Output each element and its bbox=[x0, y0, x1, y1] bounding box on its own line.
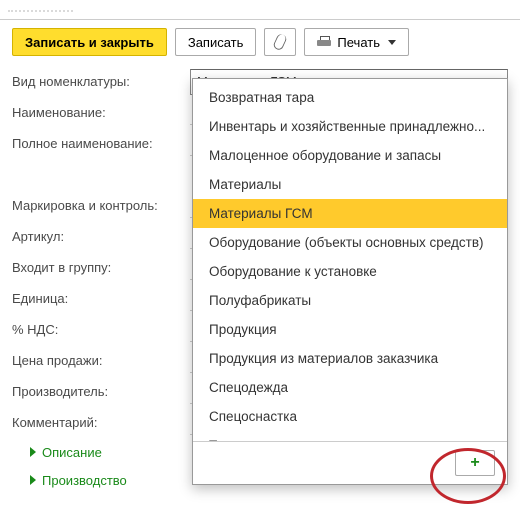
type-dropdown-footer: + bbox=[193, 441, 507, 484]
type-option[interactable]: Материалы ГСМ bbox=[193, 199, 507, 228]
type-option[interactable]: Оборудование (объекты основных средств) bbox=[193, 228, 507, 257]
type-option[interactable]: Малоценное оборудование и запасы bbox=[193, 141, 507, 170]
name-label: Наименование: bbox=[12, 105, 182, 120]
tab-placeholder[interactable] bbox=[8, 0, 73, 12]
type-option[interactable]: Полуфабрикаты bbox=[193, 286, 507, 315]
type-option[interactable]: Материалы bbox=[193, 170, 507, 199]
maker-label: Производитель: bbox=[12, 384, 182, 399]
price-label: Цена продажи: bbox=[12, 353, 182, 368]
production-section-label: Производство bbox=[42, 473, 127, 488]
window-tabs bbox=[0, 0, 520, 20]
type-dropdown: Возвратная тараИнвентарь и хозяйственные… bbox=[192, 78, 508, 485]
type-option[interactable]: Спецодежда bbox=[193, 373, 507, 402]
fullname-label: Полное наименование: bbox=[12, 136, 182, 151]
unit-label: Единица: bbox=[12, 291, 182, 306]
vat-label: % НДС: bbox=[12, 322, 182, 337]
print-button-label: Печать bbox=[337, 35, 380, 50]
description-section-label: Описание bbox=[42, 445, 102, 460]
type-option[interactable]: Оборудование к установке bbox=[193, 257, 507, 286]
article-label: Артикул: bbox=[12, 229, 182, 244]
type-option[interactable]: Товары bbox=[193, 431, 507, 441]
type-option[interactable]: Спецоснастка bbox=[193, 402, 507, 431]
print-button[interactable]: Печать bbox=[304, 28, 409, 56]
paperclip-icon bbox=[272, 33, 288, 52]
type-option[interactable]: Инвентарь и хозяйственные принадлежно... bbox=[193, 112, 507, 141]
group-label: Входит в группу: bbox=[12, 260, 182, 275]
attach-button[interactable] bbox=[264, 28, 296, 56]
type-dropdown-list[interactable]: Возвратная тараИнвентарь и хозяйственные… bbox=[193, 79, 507, 441]
add-type-button[interactable]: + bbox=[455, 450, 495, 476]
comment-label: Комментарий: bbox=[12, 415, 182, 430]
type-label: Вид номенклатуры: bbox=[12, 74, 182, 89]
marking-label: Маркировка и контроль: bbox=[12, 198, 182, 213]
printer-icon bbox=[317, 36, 331, 49]
save-close-button[interactable]: Записать и закрыть bbox=[12, 28, 167, 56]
type-option[interactable]: Возвратная тара bbox=[193, 83, 507, 112]
type-option[interactable]: Продукция bbox=[193, 315, 507, 344]
chevron-down-icon bbox=[388, 40, 396, 45]
save-button[interactable]: Записать bbox=[175, 28, 257, 56]
type-option[interactable]: Продукция из материалов заказчика bbox=[193, 344, 507, 373]
toolbar: Записать и закрыть Записать Печать bbox=[0, 26, 520, 66]
